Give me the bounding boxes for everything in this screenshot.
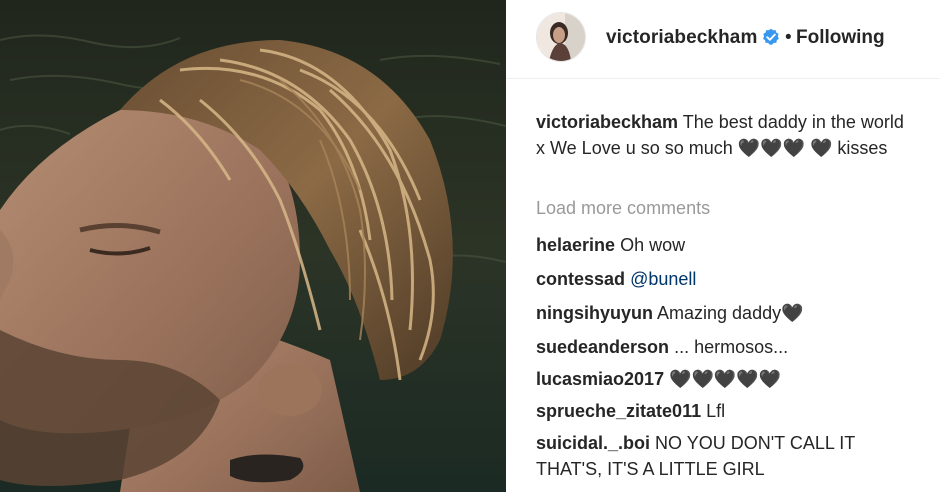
separator-dot: • <box>785 27 792 48</box>
comment-mention-link[interactable]: @bunell <box>630 269 696 289</box>
post-header: victoriabeckham • Following <box>506 0 940 79</box>
header-username[interactable]: victoriabeckham <box>606 27 757 49</box>
caption-username[interactable]: victoriabeckham <box>536 112 678 132</box>
comment-item: suedeanderson ... hermosos... <box>536 334 906 360</box>
comment-item: helaerine Oh wow <box>536 232 906 258</box>
profile-avatar[interactable] <box>536 12 586 62</box>
verified-badge-icon <box>762 28 780 46</box>
comment-username[interactable]: sprueche_zitate011 <box>536 401 701 421</box>
comment-text: 🖤🖤🖤🖤🖤 <box>669 369 782 389</box>
comment-username[interactable]: lucasmiao2017 <box>536 369 664 389</box>
comment-username[interactable]: helaerine <box>536 235 615 255</box>
comment-item: lucasmiao2017 🖤🖤🖤🖤🖤 <box>536 366 906 392</box>
comment-text: ... hermosos... <box>674 337 789 357</box>
load-more-comments-button[interactable]: Load more comments <box>536 198 710 219</box>
comment-text: Lfl <box>706 401 726 421</box>
comment-text: Oh wow <box>620 235 686 255</box>
comment-item: contessad @bunell <box>536 266 906 292</box>
comment-username[interactable]: suicidal._.boi <box>536 433 650 453</box>
comment-username[interactable]: suedeanderson <box>536 337 669 357</box>
following-button[interactable]: Following <box>796 27 885 49</box>
comment-item: ningsihyuyun Amazing daddy🖤 <box>536 300 906 326</box>
post-caption: victoriabeckham The best daddy in the wo… <box>536 109 906 161</box>
comment-username[interactable]: ningsihyuyun <box>536 303 653 323</box>
comment-text: Amazing daddy🖤 <box>657 303 804 323</box>
post-image <box>0 0 506 492</box>
post-details-panel: victoriabeckham • Following victoriabeck… <box>506 0 940 492</box>
post-photo[interactable] <box>0 0 506 492</box>
comment-item: sprueche_zitate011 Lfl <box>536 398 906 424</box>
comment-username[interactable]: contessad <box>536 269 625 289</box>
comment-item: suicidal._.boi NO YOU DON'T CALL IT THAT… <box>536 430 906 482</box>
